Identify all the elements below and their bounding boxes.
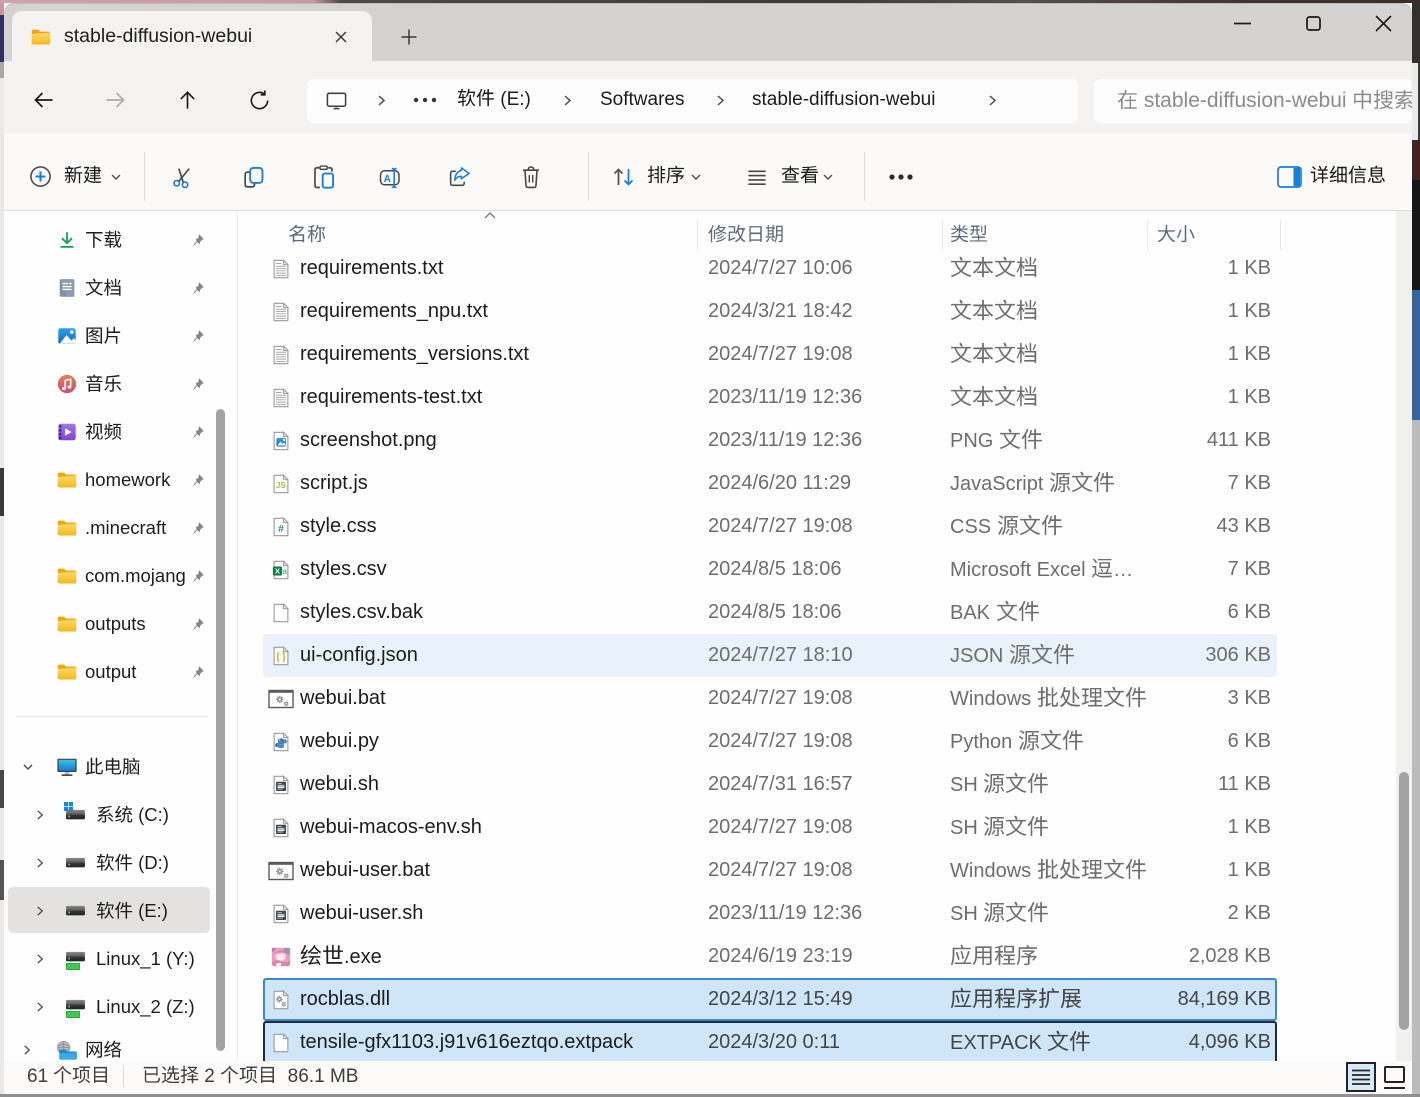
svg-text:A: A (384, 174, 391, 185)
